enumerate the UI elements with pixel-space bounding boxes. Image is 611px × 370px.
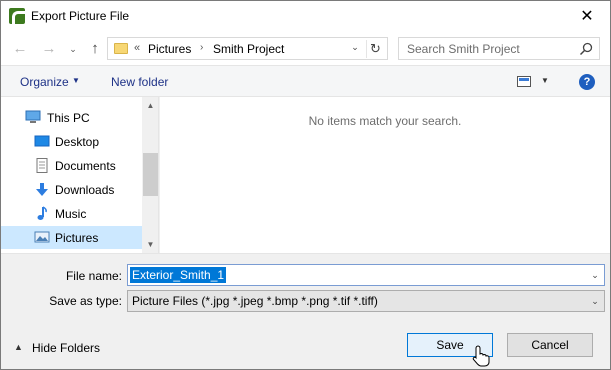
breadcrumb-overflow[interactable]: « — [134, 42, 140, 54]
sidebar-item-desktop[interactable]: Desktop — [1, 130, 142, 153]
save-as-type-value: Picture Files (*.jpg *.jpeg *.bmp *.png … — [132, 294, 378, 308]
scroll-down-icon[interactable]: ▼ — [142, 236, 158, 253]
sidebar-item-this-pc[interactable]: This PC — [1, 106, 142, 129]
scroll-up-icon[interactable]: ▲ — [142, 97, 158, 114]
scrollbar-thumb[interactable] — [143, 153, 158, 196]
cancel-button[interactable]: Cancel — [507, 333, 593, 357]
save-as-type-label: Save as type: — [49, 294, 122, 308]
address-bar[interactable]: « Pictures › Smith Project ⌄ ↻ — [107, 37, 388, 60]
search-input[interactable]: Search Smith Project — [398, 37, 600, 60]
save-as-type-dropdown-icon[interactable]: ⌄ — [586, 291, 604, 311]
file-list-pane[interactable]: No items match your search. — [160, 97, 610, 253]
sidebar-item-pictures[interactable]: Pictures — [1, 226, 142, 249]
file-name-input[interactable]: Exterior_Smith_1 ⌄ — [127, 264, 605, 286]
up-folder-button[interactable]: ↑ — [85, 39, 105, 59]
hide-folders-caret-icon[interactable]: ▲ — [14, 342, 23, 352]
breadcrumb-smith-project[interactable]: Smith Project — [213, 42, 284, 56]
sidebar-item-label: Pictures — [55, 231, 99, 245]
file-name-dropdown-icon[interactable]: ⌄ — [586, 265, 604, 285]
command-toolbar: Organize ▼ New folder ▼ ? — [1, 65, 610, 97]
breadcrumb-pictures[interactable]: Pictures — [148, 42, 191, 56]
file-name-value[interactable]: Exterior_Smith_1 — [130, 267, 227, 283]
forward-button[interactable]: → — [39, 39, 59, 59]
documents-icon — [36, 158, 48, 173]
hide-folders-button[interactable]: Hide Folders — [32, 341, 100, 355]
organize-button[interactable]: Organize — [20, 75, 69, 89]
back-button[interactable]: ← — [10, 39, 30, 59]
search-icon[interactable] — [579, 42, 593, 56]
save-as-type-select[interactable]: Picture Files (*.jpg *.jpeg *.bmp *.png … — [127, 290, 605, 312]
organize-caret-icon[interactable]: ▼ — [72, 76, 80, 85]
view-options-caret-icon[interactable]: ▼ — [541, 76, 549, 85]
folder-icon — [114, 43, 128, 54]
app-icon — [9, 8, 25, 24]
downloads-icon — [36, 183, 48, 196]
recent-locations-button[interactable]: ⌄ — [63, 39, 83, 59]
sidebar-item-downloads[interactable]: Downloads — [1, 178, 142, 201]
close-button[interactable]: ✕ — [564, 1, 610, 32]
sidebar-item-label: This PC — [47, 111, 90, 125]
hand-cursor-icon — [472, 345, 490, 367]
computer-icon — [25, 110, 41, 123]
navigation-bar: ← → ⌄ ↑ « Pictures › Smith Project ⌄ ↻ S… — [1, 32, 610, 65]
title-bar: Export Picture File ✕ — [1, 1, 610, 32]
empty-results-message: No items match your search. — [308, 114, 462, 128]
music-icon — [37, 206, 47, 220]
desktop-icon — [34, 135, 50, 147]
breadcrumb-separator[interactable]: › — [200, 42, 203, 53]
navigation-pane: This PC Desktop Documents Downloads Musi… — [1, 97, 159, 253]
export-picture-dialog: Export Picture File ✕ ← → ⌄ ↑ « Pictures… — [0, 0, 611, 370]
sidebar-item-label: Downloads — [55, 183, 115, 197]
nav-pane-scrollbar[interactable]: ▲ ▼ — [142, 97, 158, 253]
sidebar-item-music[interactable]: Music — [1, 202, 142, 225]
address-dropdown-button[interactable]: ⌄ — [348, 42, 362, 53]
search-placeholder: Search Smith Project — [407, 42, 520, 56]
save-form: File name: Exterior_Smith_1 ⌄ Save as ty… — [1, 253, 610, 369]
file-name-label: File name: — [65, 269, 122, 283]
view-options-icon[interactable] — [517, 76, 531, 87]
sidebar-item-documents[interactable]: Documents — [1, 154, 142, 177]
help-icon[interactable]: ? — [579, 74, 595, 90]
window-title: Export Picture File — [31, 9, 130, 23]
new-folder-button[interactable]: New folder — [111, 75, 168, 89]
pictures-icon — [34, 231, 50, 243]
sidebar-item-label: Music — [55, 207, 87, 221]
refresh-button[interactable]: ↻ — [366, 40, 384, 58]
sidebar-item-label: Documents — [55, 159, 116, 173]
sidebar-item-label: Desktop — [55, 135, 100, 149]
